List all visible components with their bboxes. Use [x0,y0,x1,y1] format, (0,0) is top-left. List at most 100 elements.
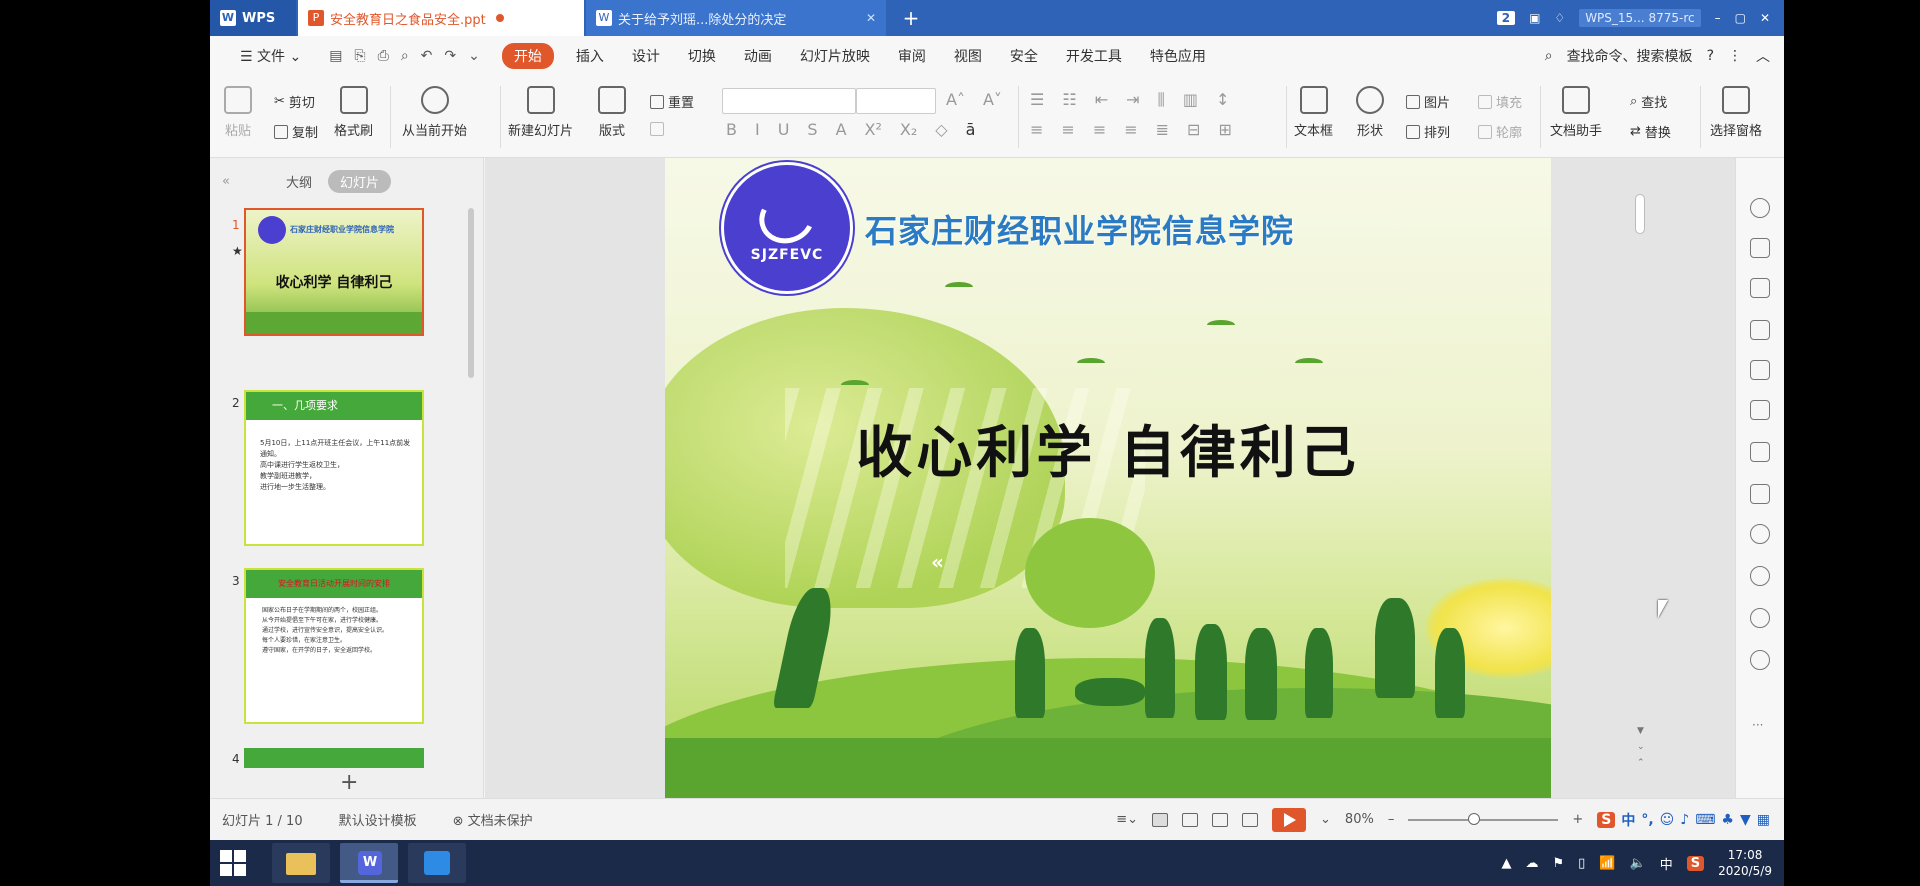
slide-thumbnail-4[interactable] [244,748,424,768]
increase-indent-icon[interactable]: ⇥ [1126,90,1139,110]
new-tab-button[interactable]: + [896,0,926,36]
reading-view-icon[interactable] [1212,812,1229,827]
bold-icon[interactable]: B [726,120,737,139]
valign-icon[interactable]: ⊟ [1187,120,1200,139]
command-search-input[interactable]: 查找命令、搜索模板 [1567,46,1693,66]
layout-button[interactable]: 版式 [598,86,626,139]
help-circle-icon[interactable] [1750,650,1770,670]
copy-button[interactable]: 复制 [274,122,318,141]
scroll-down-icon[interactable]: ▼ [1637,726,1644,736]
menu-insert[interactable]: 插入 [562,46,618,66]
superscript-icon[interactable]: X² [865,120,882,139]
shapes-icon[interactable] [1750,320,1770,340]
underline-icon[interactable]: U [778,120,790,139]
help-button[interactable]: ? [1707,48,1714,64]
brush-circle-icon[interactable] [1750,566,1770,586]
clear-format-icon[interactable]: ◇ [935,120,947,139]
window-count-badge[interactable]: 2 [1496,11,1516,25]
shirt-icon[interactable]: ▼ [1740,812,1751,828]
volume-icon[interactable]: 🔈 [1630,856,1646,871]
text-direction-icon[interactable]: ⫼ [1158,90,1165,110]
more-icon[interactable]: ⋮ [1728,48,1742,64]
maximize-button[interactable]: ▢ [1735,11,1746,25]
search-icon[interactable]: ⌕ [1545,48,1553,64]
menu-developer[interactable]: 开发工具 [1052,46,1136,66]
from-current-button[interactable]: 从当前开始 [402,86,467,139]
align-text-icon[interactable]: ⊞ [1218,120,1231,139]
strikethrough-icon[interactable]: S [807,120,817,139]
zoom-slider[interactable] [1408,812,1559,825]
close-tab-icon[interactable]: ✕ [866,11,876,25]
sogou-logo-icon[interactable]: S [1597,811,1616,828]
font-size-select[interactable] [856,88,936,114]
subscript-icon[interactable]: X₂ [900,120,917,139]
cloud-icon[interactable]: ☁ [1526,856,1539,871]
notes-icon[interactable]: ≡⌄ [1116,812,1138,827]
microphone-icon[interactable]: ♪ [1680,812,1689,828]
minimize-button[interactable]: – [1715,11,1721,25]
numbering-icon[interactable]: ☷ [1062,90,1076,110]
align-left-icon[interactable]: ≡ [1030,120,1043,139]
file-menu[interactable]: ☰ 文件 ⌄ [226,46,315,66]
collapse-panel-icon[interactable]: « [222,174,230,189]
emoji-icon[interactable]: ☺ [1660,812,1675,828]
undo-icon[interactable]: ↶ [421,48,433,64]
history-icon[interactable] [1750,608,1770,628]
toolbox-icon[interactable]: ▦ [1757,812,1770,828]
char-spacing-icon[interactable]: ā [966,120,976,139]
slide-sorter-icon[interactable] [1182,812,1199,827]
panel-scrollbar[interactable] [468,208,474,378]
save-cloud-icon[interactable]: ▣ [1529,11,1540,25]
add-slide-button[interactable]: + [340,770,358,795]
tab-active-document[interactable]: P 安全教育日之食品安全.ppt [298,0,584,36]
print-preview-icon[interactable]: ⌕ [401,48,409,64]
slide-thumbnail-2[interactable]: 一、几项要求 5月10日，上11点开班主任会议，上午11点前发通知。 高中课进行… [244,390,424,546]
taskbar-file-explorer[interactable] [272,843,330,883]
presenter-view-icon[interactable] [1242,812,1259,827]
print-icon[interactable]: ⎙ [378,48,389,64]
distribute-icon[interactable]: ≣ [1156,120,1169,139]
user-account[interactable]: WPS_15... 8775-rc [1579,9,1701,27]
font-color-icon[interactable]: A [836,120,847,139]
select-pane-button[interactable]: 选择窗格 [1710,86,1762,139]
battery-icon[interactable]: ▯ [1578,856,1585,871]
align-center-icon[interactable]: ≡ [1061,120,1074,139]
zoom-level[interactable]: 80% [1345,812,1374,827]
taskbar-calendar[interactable] [408,843,466,883]
protection-status[interactable]: ⊗ 文档未保护 [453,810,533,829]
font-grow-icon[interactable]: A˄ [946,90,965,109]
collapse-ribbon-icon[interactable]: ︿ [1756,46,1770,66]
fill-button[interactable]: 填充 [1478,92,1522,111]
picture-button[interactable]: 图片 [1406,92,1450,111]
paste-button[interactable]: 粘贴 [224,86,252,139]
slide-thumbnail-3[interactable]: 安全教育日活动开展时间的安排 国家公布日子在学期期间的两个，校园正组。 从今开始… [244,568,424,724]
ime-punctuation[interactable]: °, [1641,812,1653,828]
outline-button[interactable]: 轮廓 [1478,122,1522,141]
keyboard-icon[interactable]: ⌨ [1695,812,1715,828]
layers-icon[interactable] [1750,238,1770,258]
audio-icon[interactable] [1750,524,1770,544]
image-icon[interactable] [1750,484,1770,504]
skin-icon[interactable]: ♢ [1554,11,1565,25]
more-dots-icon[interactable]: ··· [1752,718,1763,732]
menu-transitions[interactable]: 切换 [674,46,730,66]
justify-icon[interactable]: ≡ [1124,120,1137,139]
tab-slides[interactable]: 幻灯片 [327,169,391,193]
arrange-button[interactable]: 排列 [1406,122,1450,141]
tab-outline[interactable]: 大纲 [286,172,312,191]
replace-button[interactable]: ⇄ 替换 [1630,122,1671,141]
text-box-button[interactable]: 文本框 [1294,86,1333,139]
zoom-slider-knob[interactable] [1468,812,1481,825]
star-icon[interactable] [1750,360,1770,380]
section-button[interactable] [650,122,664,136]
ime-mode[interactable]: 中 [1621,810,1635,830]
settings-sliders-icon[interactable] [1750,278,1770,298]
taskbar-clock[interactable]: 17:08 2020/5/9 [1718,847,1772,879]
tab-second-document[interactable]: W 关于给予刘瑶...除处分的决定 ✕ [586,0,886,36]
pin-icon[interactable] [1750,198,1770,218]
tray-expand-icon[interactable]: ▲ [1502,856,1512,871]
slide-thumbnail-1[interactable]: 石家庄财经职业学院信息学院 收心利学 自律利己 [244,208,424,336]
archive-icon[interactable] [1750,400,1770,420]
next-slide-icon[interactable]: ⌄ [1637,742,1645,752]
italic-icon[interactable]: I [755,120,760,139]
